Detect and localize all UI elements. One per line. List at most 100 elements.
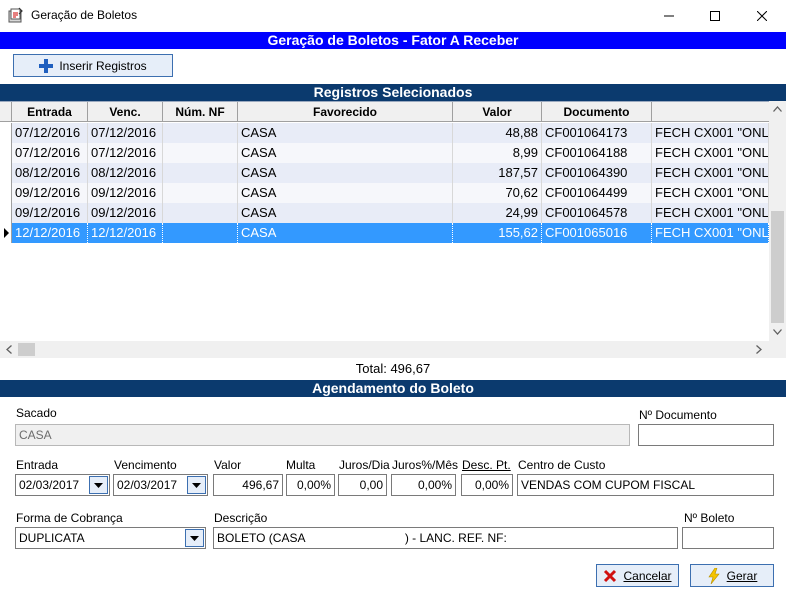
generate-label: Gerar xyxy=(726,568,758,583)
cell-entrada: 09/12/2016 xyxy=(12,203,88,223)
records-grid[interactable]: Entrada Venc. Núm. NF Favorecido Valor D… xyxy=(0,101,786,358)
cell-favorecido: CASA xyxy=(238,123,453,143)
cell-venc: 12/12/2016 xyxy=(88,223,163,243)
close-icon xyxy=(757,10,767,21)
grid-header: Entrada Venc. Núm. NF Favorecido Valor D… xyxy=(0,102,769,122)
cell-extra: FECH CX001 "ONLI xyxy=(652,223,769,243)
scroll-up-icon[interactable] xyxy=(773,106,782,112)
forma-cobranca-value: DUPLICATA xyxy=(19,531,85,545)
window-title: Geração de Boletos xyxy=(31,8,138,22)
entrada-dropdown-button[interactable] xyxy=(89,476,108,494)
cell-documento: CF001065016 xyxy=(542,223,652,243)
cell-extra: FECH CX001 "ONLI xyxy=(652,203,769,223)
cell-valor: 155,62 xyxy=(453,223,542,243)
cell-favorecido: CASA xyxy=(238,223,453,243)
centro-custo-field[interactable]: VENDAS COM CUPOM FISCAL xyxy=(517,474,774,496)
cell-entrada: 07/12/2016 xyxy=(12,143,88,163)
forma-cobranca-label: Forma de Cobrança xyxy=(16,511,123,525)
table-row[interactable]: 09/12/2016 09/12/2016 CASA 70,62 CF00106… xyxy=(0,183,769,203)
table-row[interactable]: 07/12/2016 07/12/2016 CASA 8,99 CF001064… xyxy=(0,143,769,163)
grid-total: Total: 496,67 xyxy=(355,361,431,376)
desconto-field[interactable]: 0,00% xyxy=(461,474,513,496)
column-header-venc[interactable]: Venc. xyxy=(88,102,163,122)
table-row[interactable]: 07/12/2016 07/12/2016 CASA 48,88 CF00106… xyxy=(0,123,769,143)
cell-nf xyxy=(163,223,238,243)
cell-valor: 187,57 xyxy=(453,163,542,183)
juros-dia-label: Juros/Dia xyxy=(339,458,390,472)
cancel-button[interactable]: Cancelar xyxy=(596,564,679,587)
cell-entrada: 08/12/2016 xyxy=(12,163,88,183)
cell-nf xyxy=(163,203,238,223)
descricao-label: Descrição xyxy=(214,511,268,525)
grid-title: Registros Selecionados xyxy=(0,84,786,101)
entrada-label: Entrada xyxy=(16,458,59,472)
cancel-label: Cancelar xyxy=(623,568,672,583)
table-row[interactable]: 09/12/2016 09/12/2016 CASA 24,99 CF00106… xyxy=(0,203,769,223)
plus-icon xyxy=(39,58,54,73)
cell-favorecido: CASA xyxy=(238,203,453,223)
nboleto-field[interactable] xyxy=(682,527,774,549)
sacado-label: Sacado xyxy=(16,406,57,420)
column-header-valor[interactable]: Valor xyxy=(453,102,542,122)
close-button[interactable] xyxy=(739,0,785,31)
insert-records-button[interactable]: Inserir Registros xyxy=(13,54,173,77)
juros-dia-field[interactable]: 0,00 xyxy=(338,474,387,496)
cell-venc: 08/12/2016 xyxy=(88,163,163,183)
juros-mes-field[interactable]: 0,00% xyxy=(391,474,456,496)
column-header-extra[interactable] xyxy=(652,102,769,122)
cell-entrada: 12/12/2016 xyxy=(12,223,88,243)
scroll-left-icon[interactable] xyxy=(6,345,12,354)
ndocumento-field[interactable] xyxy=(638,424,774,446)
cell-venc: 07/12/2016 xyxy=(88,143,163,163)
title-bar: Geração de Boletos xyxy=(0,0,786,31)
forma-cobranca-dropdown-button[interactable] xyxy=(185,529,204,547)
indicator-header xyxy=(0,102,12,122)
cell-venc: 09/12/2016 xyxy=(88,203,163,223)
multa-field[interactable]: 0,00% xyxy=(286,474,335,496)
cell-extra: FECH CX001 "ONLI xyxy=(652,183,769,203)
cell-valor: 8,99 xyxy=(453,143,542,163)
column-header-entrada[interactable]: Entrada xyxy=(12,102,88,122)
main-header: Geração de Boletos - Fator A Receber xyxy=(0,32,786,49)
cell-extra: FECH CX001 "ONLI xyxy=(652,123,769,143)
cell-extra: FECH CX001 "ONLI xyxy=(652,163,769,183)
maximize-icon xyxy=(710,10,720,21)
row-indicator xyxy=(0,123,12,143)
juros-mes-label: Juros%/Mês xyxy=(392,458,459,472)
column-header-documento[interactable]: Documento xyxy=(542,102,652,122)
column-header-favorecido[interactable]: Favorecido xyxy=(238,102,453,122)
entrada-date-field[interactable]: 02/03/2017 xyxy=(15,474,110,496)
minimize-button[interactable] xyxy=(646,0,692,31)
cell-favorecido: CASA xyxy=(238,163,453,183)
valor-field[interactable]: 496,67 xyxy=(213,474,283,496)
cell-documento: CF001064173 xyxy=(542,123,652,143)
cell-venc: 07/12/2016 xyxy=(88,123,163,143)
cell-nf xyxy=(163,143,238,163)
valor-label: Valor xyxy=(214,458,242,472)
scroll-right-icon[interactable] xyxy=(756,345,762,354)
descricao-field[interactable]: BOLETO (CASA ) - LANC. REF. NF: xyxy=(213,527,678,549)
row-indicator xyxy=(0,183,12,203)
boleto-app-icon xyxy=(8,7,23,23)
vencimento-dropdown-button[interactable] xyxy=(187,476,206,494)
table-row-selected[interactable]: 12/12/2016 12/12/2016 CASA 155,62 CF0010… xyxy=(0,223,769,243)
column-header-nf[interactable]: Núm. NF xyxy=(163,102,238,122)
vencimento-date-field[interactable]: 02/03/2017 xyxy=(113,474,208,496)
generate-button[interactable]: Gerar xyxy=(690,564,774,587)
entrada-date-value: 02/03/2017 xyxy=(19,478,80,492)
cancel-icon xyxy=(604,569,617,582)
cell-nf xyxy=(163,123,238,143)
horizontal-scrollbar[interactable] xyxy=(0,341,769,358)
row-indicator xyxy=(0,143,12,163)
cell-documento: CF001064390 xyxy=(542,163,652,183)
maximize-button[interactable] xyxy=(692,0,738,31)
horizontal-scroll-thumb[interactable] xyxy=(18,343,35,356)
vertical-scroll-thumb[interactable] xyxy=(771,211,784,323)
vertical-scrollbar[interactable] xyxy=(769,101,786,341)
scroll-down-icon[interactable] xyxy=(773,329,782,335)
forma-cobranca-select[interactable]: DUPLICATA xyxy=(15,527,206,549)
chevron-down-icon xyxy=(190,535,199,541)
cell-documento: CF001064499 xyxy=(542,183,652,203)
sacado-field[interactable]: CASA xyxy=(15,424,630,446)
table-row[interactable]: 08/12/2016 08/12/2016 CASA 187,57 CF0010… xyxy=(0,163,769,183)
